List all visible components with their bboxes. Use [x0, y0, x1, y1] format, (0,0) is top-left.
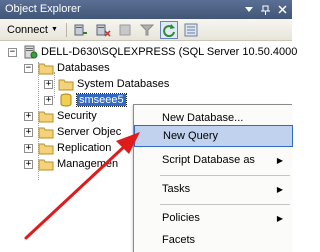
tree-node-security[interactable]: + Security — [24, 108, 97, 124]
tree-node-database-smseee5[interactable]: + smseee5 — [44, 92, 127, 108]
close-icon[interactable] — [275, 2, 290, 17]
menu-item-policies[interactable]: Policies ▶ — [134, 207, 293, 229]
menu-item-new-query[interactable]: New Query — [134, 125, 293, 147]
connect-label: Connect — [7, 23, 48, 36]
system-databases-label: System Databases — [77, 78, 170, 90]
folder-icon — [58, 77, 74, 91]
tree-node-management[interactable]: + Managemen — [24, 156, 118, 172]
server-icon — [22, 45, 38, 59]
object-explorer-toolbar: Connect ▼ — [0, 19, 292, 41]
titlebar-controls — [241, 2, 290, 17]
refresh-icon[interactable] — [159, 20, 178, 39]
submenu-arrow-icon: ▶ — [276, 155, 283, 165]
tree-node-server[interactable]: − DELL-D630\SQLEXPRESS (SQL Server 10.50… — [8, 44, 297, 60]
folder-icon — [38, 125, 54, 139]
tree-node-replication[interactable]: + Replication — [24, 140, 111, 156]
server-label: DELL-D630\SQLEXPRESS (SQL Server 10.50.4… — [41, 46, 298, 58]
database-icon — [58, 93, 74, 107]
connect-button[interactable]: Connect ▼ — [4, 21, 61, 39]
context-menu: New Database... New Query Script Databas… — [133, 104, 293, 252]
object-explorer-titlebar: Object Explorer — [0, 0, 292, 19]
dropdown-icon[interactable] — [241, 2, 256, 17]
security-label: Security — [57, 110, 97, 122]
connect-server-icon[interactable] — [72, 21, 90, 39]
expand-icon[interactable]: + — [24, 159, 33, 169]
expand-icon[interactable]: + — [44, 95, 53, 105]
menu-item-script-database-as[interactable]: Script Database as ▶ — [134, 149, 293, 171]
expand-icon[interactable]: + — [44, 79, 53, 89]
collapse-icon[interactable]: − — [8, 47, 17, 57]
folder-icon — [38, 157, 54, 171]
tree-node-server-objects[interactable]: + Server Objec — [24, 124, 121, 140]
disconnect-server-icon[interactable] — [94, 21, 112, 39]
expand-icon[interactable]: + — [24, 111, 33, 121]
menu-item-label: Policies — [162, 212, 200, 224]
menu-separator — [160, 175, 290, 176]
expand-icon[interactable]: + — [24, 143, 33, 153]
folder-icon — [38, 141, 54, 155]
menu-item-label: New Query — [163, 130, 219, 142]
menu-item-label: Script Database as — [162, 154, 255, 166]
management-label: Managemen — [57, 158, 119, 170]
menu-item-label: New Database... — [162, 112, 244, 124]
window-title: Object Explorer — [5, 3, 81, 15]
menu-item-tasks[interactable]: Tasks ▶ — [134, 178, 293, 200]
menu-item-label: Tasks — [162, 183, 191, 195]
menu-item-facets[interactable]: Facets — [134, 229, 293, 251]
chevron-down-icon: ▼ — [50, 26, 58, 33]
tree-node-system-databases[interactable]: + System Databases — [44, 76, 169, 92]
submenu-arrow-icon: ▶ — [276, 184, 283, 194]
filter-icon[interactable] — [138, 21, 156, 39]
folder-icon — [38, 109, 54, 123]
menu-item-label: Facets — [162, 234, 196, 246]
menu-separator — [160, 204, 290, 205]
selected-database-label: smseee5 — [76, 93, 127, 107]
folder-icon — [38, 61, 54, 75]
collapse-icon[interactable]: − — [24, 63, 33, 73]
server-objects-label: Server Objec — [57, 126, 122, 138]
stop-icon[interactable] — [116, 21, 134, 39]
submenu-arrow-icon: ▶ — [276, 213, 283, 223]
replication-label: Replication — [57, 142, 112, 154]
tree-node-databases[interactable]: − Databases — [24, 60, 110, 76]
summary-icon[interactable] — [182, 21, 200, 39]
expand-icon[interactable]: + — [24, 127, 33, 137]
pin-icon[interactable] — [258, 2, 273, 17]
toolbar-separator — [65, 22, 67, 37]
databases-label: Databases — [57, 62, 110, 74]
